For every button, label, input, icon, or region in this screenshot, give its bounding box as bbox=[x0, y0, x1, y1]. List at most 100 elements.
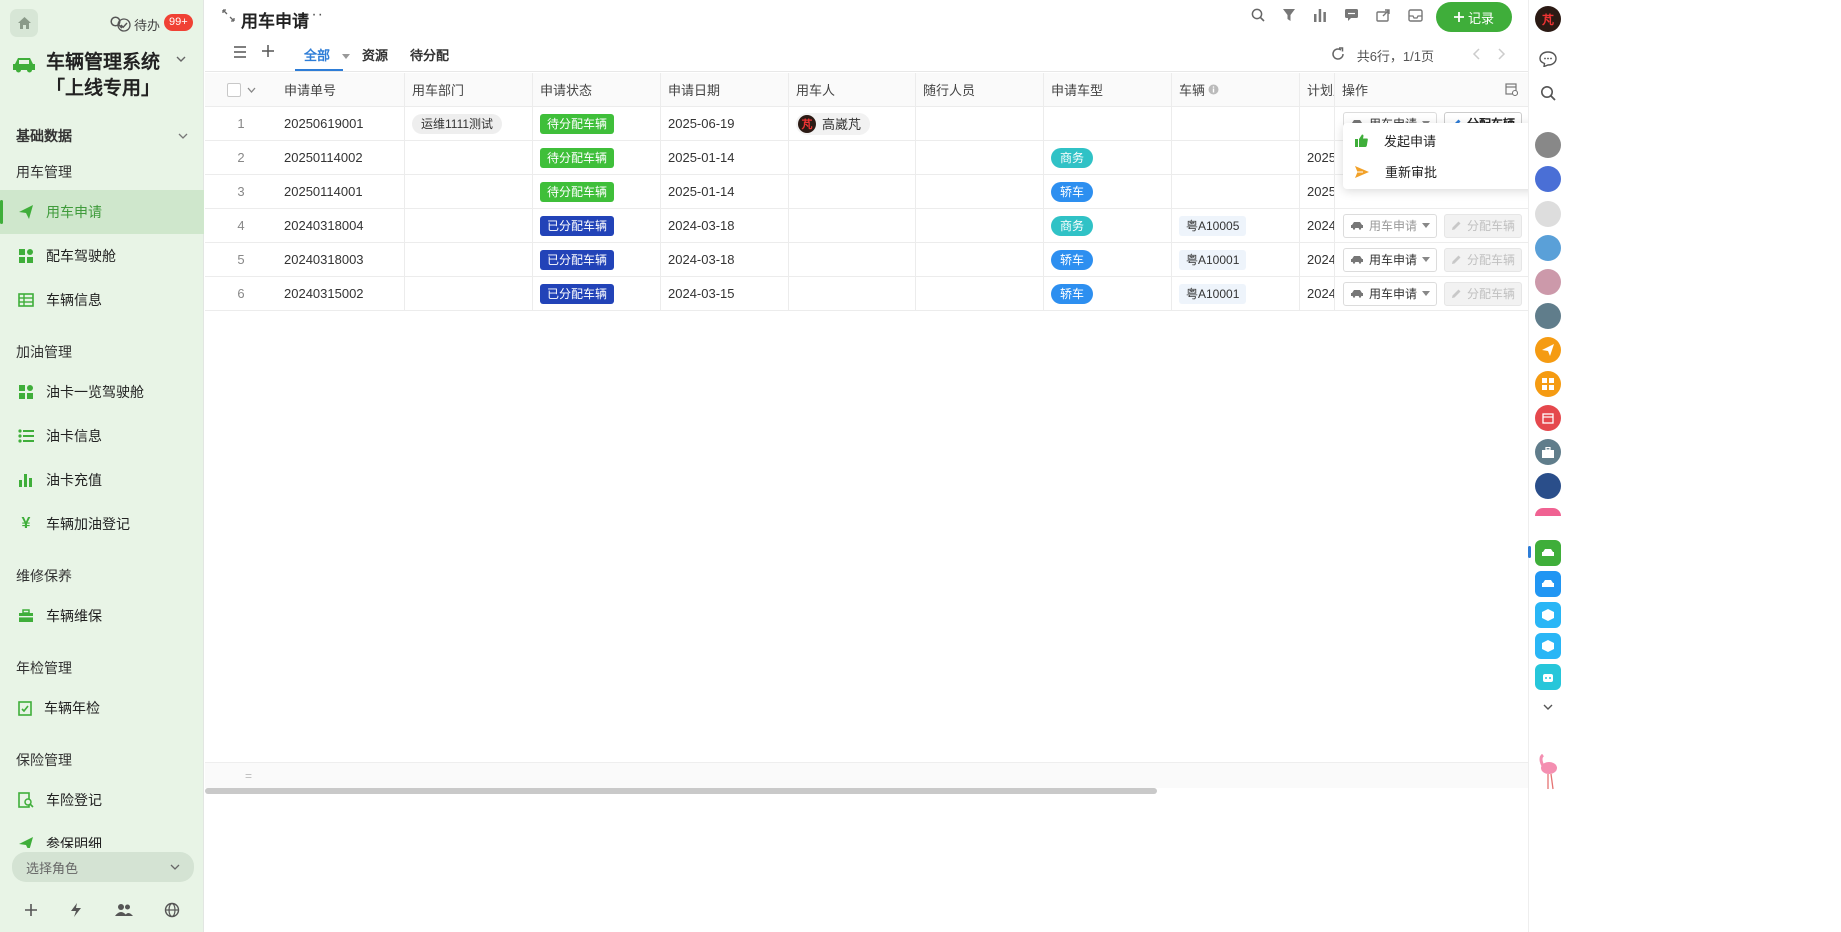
hamburger-menu-icon[interactable] bbox=[233, 46, 247, 61]
sidebar-item-vehicle-maintenance[interactable]: 车辆维保 bbox=[0, 594, 204, 638]
column-settings-icon[interactable] bbox=[1505, 83, 1518, 96]
pencil-icon bbox=[1452, 221, 1461, 230]
lightning-icon[interactable] bbox=[69, 902, 83, 921]
column-header[interactable]: 用车部门 bbox=[405, 73, 533, 106]
column-header[interactable]: 申请单号 bbox=[277, 73, 405, 106]
column-header[interactable]: 申请车型 bbox=[1044, 73, 1172, 106]
filter-icon[interactable] bbox=[1282, 8, 1296, 25]
select-all-cell[interactable] bbox=[205, 73, 277, 106]
grid-app-icon[interactable] bbox=[1535, 371, 1561, 397]
select-all-checkbox[interactable] bbox=[226, 82, 241, 97]
sidebar-item-fuel-card-info[interactable]: 油卡信息 bbox=[0, 414, 204, 458]
paper-plane-app-icon[interactable] bbox=[1535, 337, 1561, 363]
sidebar-item-fuel-card-topup[interactable]: 油卡充值 bbox=[0, 458, 204, 502]
vehicle-system-app-icon[interactable] bbox=[1535, 540, 1561, 566]
robot-app-icon[interactable] bbox=[1535, 664, 1561, 690]
search-doc-icon bbox=[18, 792, 34, 808]
table-row[interactable]: 3 20250114001 待分配车辆 2025-01-14 轿车 2025- bbox=[205, 175, 1528, 209]
sidebar-item-insurance-register[interactable]: 车险登记 bbox=[0, 778, 204, 822]
app-avatar-cartoon[interactable] bbox=[1535, 235, 1561, 261]
search-icon[interactable] bbox=[1535, 80, 1561, 106]
tab-resources[interactable]: 资源 bbox=[362, 45, 388, 64]
app-avatar-sketch[interactable] bbox=[1535, 201, 1561, 227]
sidebar-item-vehicle-application[interactable]: 用车申请 bbox=[0, 190, 204, 234]
tab-all[interactable]: 全部 bbox=[304, 45, 350, 64]
box-app-icon[interactable] bbox=[1535, 602, 1561, 628]
prev-page-icon[interactable] bbox=[1472, 48, 1480, 63]
app-avatar-group[interactable] bbox=[1535, 269, 1561, 295]
app-title-block[interactable]: 车辆管理系统「上线专用」 bbox=[12, 50, 202, 102]
car-app-icon[interactable] bbox=[1535, 571, 1561, 597]
app-avatar-dept[interactable] bbox=[1535, 303, 1561, 329]
chat-icon[interactable] bbox=[1535, 46, 1561, 72]
globe-icon[interactable] bbox=[164, 902, 180, 921]
comment-icon[interactable] bbox=[1344, 8, 1359, 25]
menu-item-submit-application[interactable]: 发起申请 bbox=[1343, 125, 1546, 156]
app-avatar-blue[interactable] bbox=[1535, 166, 1561, 192]
info-icon[interactable] bbox=[1208, 84, 1219, 95]
sidebar-item-refuel-record[interactable]: ¥ 车辆加油登记 bbox=[0, 502, 204, 546]
next-page-icon[interactable] bbox=[1498, 48, 1506, 63]
sidebar-item-insurance-details[interactable]: 参保明细 bbox=[0, 822, 204, 848]
pink-app-icon[interactable] bbox=[1535, 508, 1561, 516]
add-view-icon[interactable] bbox=[262, 45, 274, 60]
allocate-vehicle-button[interactable]: 分配车辆 bbox=[1444, 281, 1523, 306]
collapse-expand-icon[interactable] bbox=[222, 9, 235, 25]
sidebar-top-bar: 待办 99+ bbox=[0, 0, 204, 42]
apply-dropdown-button[interactable]: 用车申请 bbox=[1343, 213, 1438, 238]
horizontal-scrollbar[interactable] bbox=[205, 788, 1157, 794]
table-row[interactable]: 1 20250619001 运维1111测试 待分配车辆 2025-06-19 … bbox=[205, 107, 1528, 141]
vehicle-plate-tag[interactable]: 粤A10001 bbox=[1179, 283, 1247, 304]
role-select[interactable]: 选择角色 bbox=[12, 852, 194, 882]
sidebar-item-fuel-card-cockpit[interactable]: 油卡一览驾驶舱 bbox=[0, 370, 204, 414]
table-row[interactable]: 6 20240315002 已分配车辆 2024-03-15 轿车 粤A1000… bbox=[205, 277, 1528, 311]
sidebar-item-label: 车辆信息 bbox=[46, 292, 102, 308]
refresh-icon[interactable] bbox=[1331, 47, 1345, 64]
globe-app-icon[interactable] bbox=[1535, 473, 1561, 499]
car-logo-icon bbox=[13, 58, 35, 73]
chevron-down-icon[interactable] bbox=[1535, 694, 1561, 720]
app-avatar-grey[interactable] bbox=[1535, 132, 1561, 158]
column-header[interactable]: 申请日期 bbox=[661, 73, 789, 106]
allocate-vehicle-button[interactable]: 分配车辆 bbox=[1444, 247, 1523, 272]
vehicle-plate-tag[interactable]: 粤A10001 bbox=[1179, 249, 1247, 270]
send-icon bbox=[1355, 165, 1369, 178]
column-header[interactable]: 随行人员 bbox=[916, 73, 1044, 106]
apply-dropdown-button[interactable]: 用车申请 bbox=[1343, 281, 1438, 306]
box-app-icon-2[interactable] bbox=[1535, 633, 1561, 659]
user-chip[interactable]: 芃高崴芃 bbox=[796, 112, 871, 135]
table-row[interactable]: 5 20240318003 已分配车辆 2024-03-18 轿车 粤A1000… bbox=[205, 243, 1528, 277]
column-header-vehicle[interactable]: 车辆 bbox=[1172, 73, 1300, 106]
application-no-cell: 20250114001 bbox=[277, 175, 405, 208]
sidebar-item-dispatch-cockpit[interactable]: 配车驾驶舱 bbox=[0, 234, 204, 278]
menu-item-reapprove[interactable]: 重新审批 bbox=[1343, 156, 1546, 187]
more-options-button[interactable]: ··· bbox=[305, 6, 324, 24]
nav-group-basic-data[interactable]: 基础数据 bbox=[0, 118, 204, 154]
apply-dropdown-button[interactable]: 用车申请 bbox=[1343, 247, 1438, 272]
table-row[interactable]: 4 20240318004 已分配车辆 2024-03-18 商务 粤A1000… bbox=[205, 209, 1528, 243]
column-header[interactable]: 计划用 bbox=[1300, 73, 1335, 106]
sidebar-item-label: 车险登记 bbox=[46, 792, 102, 808]
table-row[interactable]: 2 20250114002 待分配车辆 2025-01-14 商务 2025- bbox=[205, 141, 1528, 175]
briefcase-app-icon[interactable] bbox=[1535, 439, 1561, 465]
plus-icon[interactable] bbox=[24, 903, 38, 920]
bar-chart-icon[interactable] bbox=[1313, 8, 1327, 25]
chevron-down-icon[interactable] bbox=[247, 87, 256, 93]
flamingo-mascot-icon[interactable] bbox=[1535, 752, 1561, 792]
sidebar-item-annual-inspection[interactable]: 车辆年检 bbox=[0, 686, 204, 730]
todo-button[interactable]: 待办 bbox=[117, 15, 160, 34]
calendar-app-icon[interactable] bbox=[1535, 405, 1561, 431]
column-header[interactable]: 用车人 bbox=[789, 73, 916, 106]
home-button[interactable] bbox=[10, 9, 38, 37]
share-icon[interactable] bbox=[1376, 8, 1391, 25]
search-icon[interactable] bbox=[1251, 8, 1265, 25]
vehicle-plate-tag[interactable]: 粤A10005 bbox=[1179, 215, 1247, 236]
sidebar-item-vehicle-info[interactable]: 车辆信息 bbox=[0, 278, 204, 322]
user-avatar[interactable]: 芃 bbox=[1535, 6, 1561, 32]
inbox-icon[interactable] bbox=[1408, 8, 1423, 25]
users-icon[interactable] bbox=[114, 903, 133, 920]
allocate-vehicle-button[interactable]: 分配车辆 bbox=[1444, 213, 1523, 238]
add-record-button[interactable]: 记录 bbox=[1436, 2, 1512, 32]
column-header[interactable]: 申请状态 bbox=[533, 73, 661, 106]
tab-pending-allocation[interactable]: 待分配 bbox=[410, 45, 449, 64]
